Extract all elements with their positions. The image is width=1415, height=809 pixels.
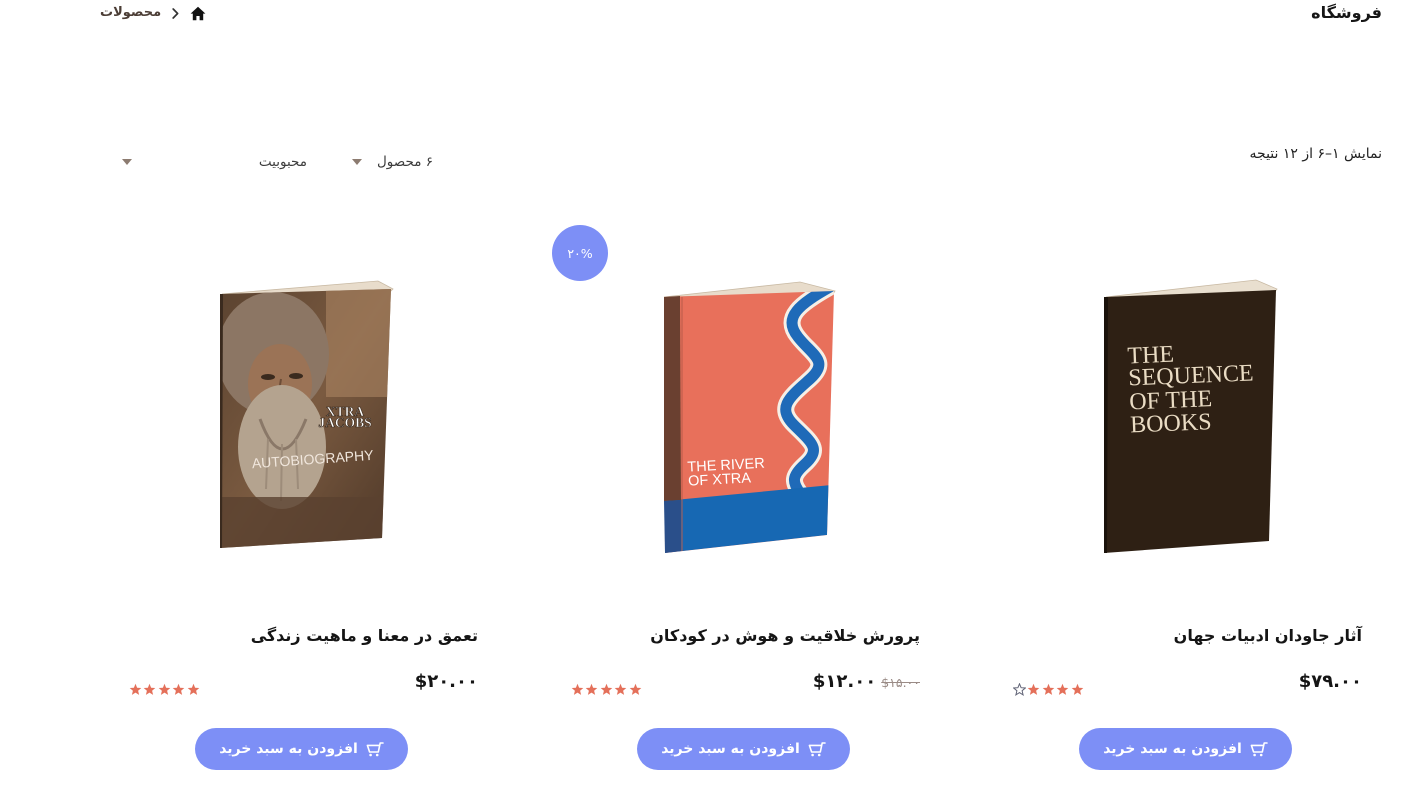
star-filled-icon: [1071, 683, 1084, 695]
cart-icon: [1250, 742, 1268, 757]
add-to-cart-button[interactable]: افزودن به سبد خرید: [195, 728, 408, 770]
product-image-link[interactable]: THE SEQUENCE OF THE BOOKS: [1102, 279, 1282, 557]
star-filled-icon: [187, 683, 200, 695]
price-row: $۲۰.۰۰: [415, 670, 478, 694]
cover-author-line: JACOBS: [318, 415, 371, 430]
price-row: $۱۵.۰۰ $۱۲.۰۰: [813, 670, 920, 694]
price: $۲۰.۰۰: [414, 671, 478, 692]
star-rating: [128, 683, 201, 696]
shop-page: فروشگاه محصولات نمایش ۱–۶ از ۱۲ نتیجه ۶ …: [0, 0, 1415, 809]
star-filled-icon: [1056, 683, 1069, 695]
star-filled-icon: [172, 683, 185, 695]
star-filled-icon: [129, 683, 142, 695]
star-filled-icon: [614, 683, 627, 695]
add-to-cart-button[interactable]: افزودن به سبد خرید: [1079, 728, 1292, 770]
star-filled-icon: [600, 683, 613, 695]
product-card: XTRA JACOBS AUTOBIOGRAPHY تعمق در معنا و…: [124, 0, 480, 809]
regular-price: $۱۵.۰۰: [881, 675, 920, 690]
book-cover-image: THE SEQUENCE OF THE BOOKS: [1104, 279, 1278, 553]
add-to-cart-label: افزودن به سبد خرید: [1103, 741, 1242, 757]
book-spine-edge-blue: [664, 500, 681, 553]
sale-badge: ۲۰%: [552, 225, 608, 281]
add-to-cart-button[interactable]: افزودن به سبد خرید: [637, 728, 850, 770]
cart-icon-wrap: [366, 741, 384, 757]
product-image-link[interactable]: XTRA JACOBS AUTOBIOGRAPHY: [218, 279, 398, 557]
price: $۷۹.۰۰: [1298, 671, 1362, 692]
product-card: ۲۰% THE RIVER OF XTRA پرورش خلاقیت و هوش…: [552, 0, 922, 809]
cart-icon-wrap: [1250, 741, 1268, 757]
cart-icon: [808, 742, 826, 757]
star-rating: [570, 683, 643, 696]
star-filled-icon: [1027, 683, 1040, 695]
product-image-link[interactable]: THE RIVER OF XTRA: [660, 279, 840, 557]
product-card: THE SEQUENCE OF THE BOOKS آثار جاودان اد…: [1008, 0, 1364, 809]
cart-icon: [366, 742, 384, 757]
product-title[interactable]: تعمق در معنا و ماهیت زندگی: [251, 624, 478, 648]
star-rating: [1012, 683, 1085, 696]
book-cover-image: THE RIVER OF XTRA: [663, 281, 836, 553]
price-row: $۷۹.۰۰: [1299, 670, 1362, 694]
star-empty-icon: [1012, 683, 1026, 696]
book-spine-edge: [664, 296, 681, 501]
add-to-cart-label: افزودن به سبد خرید: [219, 741, 358, 757]
star-filled-icon: [158, 683, 171, 695]
add-to-cart-label: افزودن به سبد خرید: [661, 741, 800, 757]
cover-title-line: BOOKS: [1130, 409, 1212, 438]
product-title[interactable]: آثار جاودان ادبیات جهان: [1174, 624, 1362, 648]
sale-price: $۱۲.۰۰: [812, 671, 877, 692]
star-filled-icon: [585, 683, 598, 695]
star-filled-icon: [143, 683, 156, 695]
book-cover-image: XTRA JACOBS AUTOBIOGRAPHY: [220, 280, 394, 548]
star-filled-icon: [571, 683, 584, 695]
sale-badge-text: ۲۰%: [567, 245, 593, 261]
product-title[interactable]: پرورش خلاقیت و هوش در کودکان: [650, 624, 920, 648]
star-filled-icon: [629, 683, 642, 695]
cover-title-line: OF XTRA: [688, 470, 752, 489]
cart-icon-wrap: [808, 741, 826, 757]
star-filled-icon: [1042, 683, 1055, 695]
